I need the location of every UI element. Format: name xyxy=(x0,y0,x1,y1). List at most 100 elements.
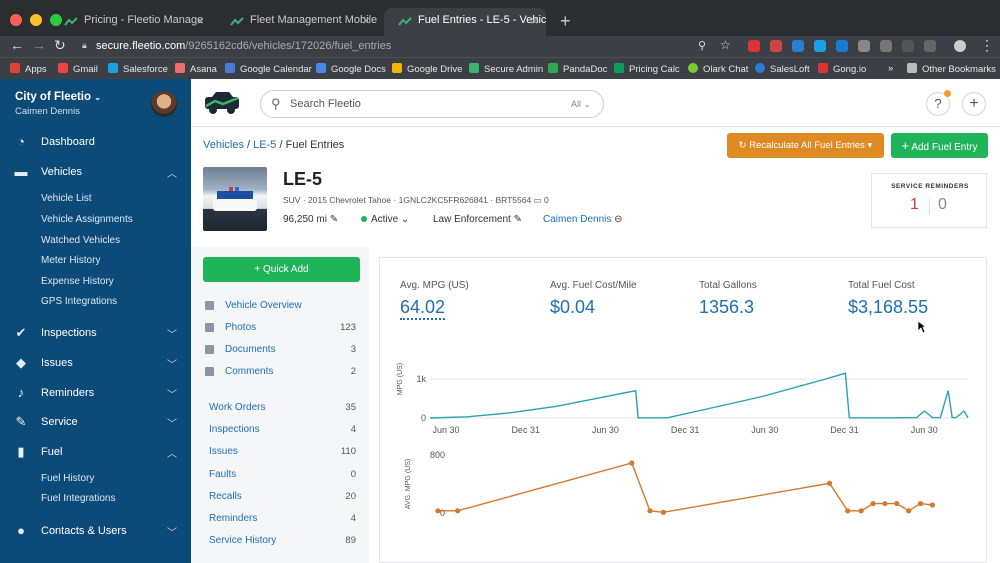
extension-icon[interactable] xyxy=(792,40,804,52)
bookmark-asana[interactable]: Asana xyxy=(175,63,217,75)
extension-icon[interactable] xyxy=(836,40,848,52)
sidebar-item-inspections[interactable]: ✔ Inspections ﹀ xyxy=(0,323,191,345)
url-field[interactable]: 🔒︎ secure.fleetio.com/9265162cd6/vehicle… xyxy=(80,38,740,55)
extension-icon[interactable] xyxy=(748,40,760,52)
fuel-charts[interactable]: MPG (US) 2k 1k 0 Jun 30 Dec 31 Jun 30 Dec 31 Jun… xyxy=(380,343,986,563)
sidebar-subitem-fuel-integrations[interactable]: Fuel Integrations xyxy=(41,493,116,504)
browser-tab-fuel-entries[interactable]: Fuel Entries - LE-5 - Vehicles - F× xyxy=(384,8,546,36)
sidebar-subitem-gps-integrations[interactable]: GPS Integrations xyxy=(41,296,117,307)
close-tab-icon[interactable]: × xyxy=(362,13,370,28)
sidebar-subitem-fuel-history[interactable]: Fuel History xyxy=(41,473,94,484)
avatar[interactable] xyxy=(151,91,177,117)
refresh-icon: ↻ xyxy=(738,140,747,151)
close-window-icon[interactable] xyxy=(10,14,22,26)
recalculate-fuel-entries-button[interactable]: ↻ Recalculate All Fuel Entries ▾ xyxy=(727,133,884,158)
chart2-ylabel: AVG. MPG (US) xyxy=(405,459,412,509)
bookmark-pricing-calc[interactable]: Pricing Calc xyxy=(614,63,680,75)
vehicle-photo[interactable] xyxy=(203,167,267,231)
plus-icon: + xyxy=(901,138,910,153)
chart1-xtick: Jun 30 xyxy=(751,425,778,435)
bookmark-overflow[interactable]: » xyxy=(888,63,893,74)
vehicle-status[interactable]: Active ⌄ xyxy=(361,214,409,225)
address-bar-row: ← → ↻ 🔒︎ secure.fleetio.com/9265162cd6/v… xyxy=(0,36,1000,57)
extension-icon[interactable] xyxy=(814,40,826,52)
close-tab-icon[interactable]: × xyxy=(196,13,204,28)
vehicle-meter[interactable]: 96,250 mi ✎ xyxy=(283,214,338,225)
bookmark-olark-chat[interactable]: Olark Chat xyxy=(688,63,748,75)
bookmarks-bar: Apps Gmail Salesforce Asana Google Calen… xyxy=(0,57,1000,79)
breadcrumb-vehicles[interactable]: Vehicles xyxy=(203,139,244,151)
wrench-icon: ✎ xyxy=(15,414,27,429)
sidebar-item-reminders[interactable]: ♪ Reminders ﹀ xyxy=(0,383,191,405)
vehicle-description: SUV · 2015 Chevrolet Tahoe · 1GNLC2KC5FR… xyxy=(283,195,549,205)
stat-fuel-cost-per-mile: Avg. Fuel Cost/Mile $0.04 xyxy=(550,280,637,317)
reload-icon[interactable]: ↻ xyxy=(54,37,66,54)
extension-icon[interactable] xyxy=(858,40,870,52)
new-tab-icon[interactable]: + xyxy=(560,11,571,32)
sidebar-item-service[interactable]: ✎ Service ﹀ xyxy=(0,412,191,434)
sidebar-subitem-expense-history[interactable]: Expense History xyxy=(41,276,114,287)
bookmark-pandadoc[interactable]: PandaDoc xyxy=(548,63,607,75)
chart1-xtick: Jun 30 xyxy=(592,425,619,435)
add-fuel-entry-button[interactable]: + Add Fuel Entry xyxy=(891,133,988,158)
browser-menu-icon[interactable]: ⋮ xyxy=(980,37,994,54)
sidebar-item-vehicles[interactable]: ▬ Vehicles ︿ xyxy=(0,162,191,184)
other-bookmarks[interactable]: Other Bookmarks xyxy=(907,63,996,75)
add-menu-button[interactable]: + xyxy=(962,92,986,116)
vehicle-operator[interactable]: Caimen Dennis ⊖ xyxy=(543,214,623,225)
bookmark-google-drive[interactable]: Google Drive xyxy=(392,63,462,75)
bookmark-secure-admin[interactable]: Secure Admin xyxy=(469,63,543,75)
bookmark-gong[interactable]: Gong.io xyxy=(818,63,866,75)
sidebar-subitem-vehicle-list[interactable]: Vehicle List xyxy=(41,193,92,204)
vehicle-group[interactable]: Law Enforcement ✎ xyxy=(433,214,522,225)
check-circle-icon: ✔ xyxy=(15,325,27,340)
minimize-window-icon[interactable] xyxy=(30,14,42,26)
browser-tab-pricing[interactable]: Pricing - Fleetio Manage × xyxy=(50,8,212,36)
chart2-ytick: 0 xyxy=(440,508,445,518)
warning-diamond-icon: ◆ xyxy=(16,355,26,370)
bookmark-salesforce[interactable]: Salesforce xyxy=(108,63,168,75)
search-input[interactable]: ⚲ Search Fleetio All ⌄ xyxy=(260,90,604,118)
fleetio-favicon-icon xyxy=(64,17,78,26)
sidebar-item-contacts-users[interactable]: ● Contacts & Users ﹀ xyxy=(0,521,191,543)
breadcrumb-vehicle[interactable]: LE-5 xyxy=(253,139,276,151)
chart2-ytick: 800 xyxy=(430,450,445,460)
org-switcher[interactable]: City of Fleetio ⌄ xyxy=(15,91,101,103)
browser-tab-mobile[interactable]: Fleet Management Mobile Apps× xyxy=(216,8,378,36)
profile-avatar-icon[interactable] xyxy=(954,40,966,52)
bookmark-google-docs[interactable]: Google Docs xyxy=(316,63,386,75)
fleetio-favicon-icon xyxy=(230,17,244,26)
extension-icon[interactable] xyxy=(880,40,892,52)
fleetio-logo-icon[interactable] xyxy=(203,89,241,117)
chevron-up-icon: ︿ xyxy=(167,449,177,460)
sidebar-subitem-watched-vehicles[interactable]: Watched Vehicles xyxy=(41,235,120,246)
service-reminders-box[interactable]: SERVICE REMINDERS 1 0 xyxy=(871,173,987,228)
zoom-icon[interactable]: ⚲ xyxy=(698,39,706,52)
bookmark-star-icon[interactable]: ☆ xyxy=(720,38,731,52)
quick-add-button[interactable]: + Quick Add xyxy=(203,257,360,282)
fuel-stats-card: Avg. MPG (US) 64.02 Avg. Fuel Cost/Mile $0… xyxy=(379,257,987,563)
sidebar-item-fuel[interactable]: ▮ Fuel ︿ xyxy=(0,442,191,464)
chart2-point xyxy=(660,509,666,515)
bookmark-salesloft[interactable]: SalesLoft xyxy=(755,63,810,75)
stat-total-gallons: Total Gallons 1356.3 xyxy=(699,280,757,317)
forward-icon[interactable]: → xyxy=(32,37,46,53)
extension-icon[interactable] xyxy=(924,40,936,52)
sidebar-item-issues[interactable]: ◆ Issues ﹀ xyxy=(0,353,191,375)
search-scope-dropdown[interactable]: All ⌄ xyxy=(571,99,591,110)
avg-mpg-value[interactable]: 64.02 xyxy=(400,297,446,320)
chart1-xtick: Jun 30 xyxy=(432,425,459,435)
bookmark-gmail[interactable]: Gmail xyxy=(58,63,98,75)
back-icon[interactable]: ← xyxy=(10,37,24,53)
close-tab-icon[interactable]: × xyxy=(530,13,538,28)
sidebar-subitem-meter-history[interactable]: Meter History xyxy=(41,255,100,266)
chevron-down-icon: ⌄ xyxy=(401,214,410,225)
sidebar-subitem-vehicle-assignments[interactable]: Vehicle Assignments xyxy=(41,214,133,225)
bookmark-google-calendar[interactable]: Google Calendar xyxy=(225,63,312,75)
extension-icon[interactable] xyxy=(770,40,782,52)
sidebar-item-dashboard[interactable]: ◔ Dashboard xyxy=(0,132,191,154)
chevron-down-icon: ⌄ xyxy=(94,93,101,102)
chart1-mpg-line xyxy=(429,372,969,419)
bookmark-apps[interactable]: Apps xyxy=(10,63,47,75)
extension-icon[interactable] xyxy=(902,40,914,52)
